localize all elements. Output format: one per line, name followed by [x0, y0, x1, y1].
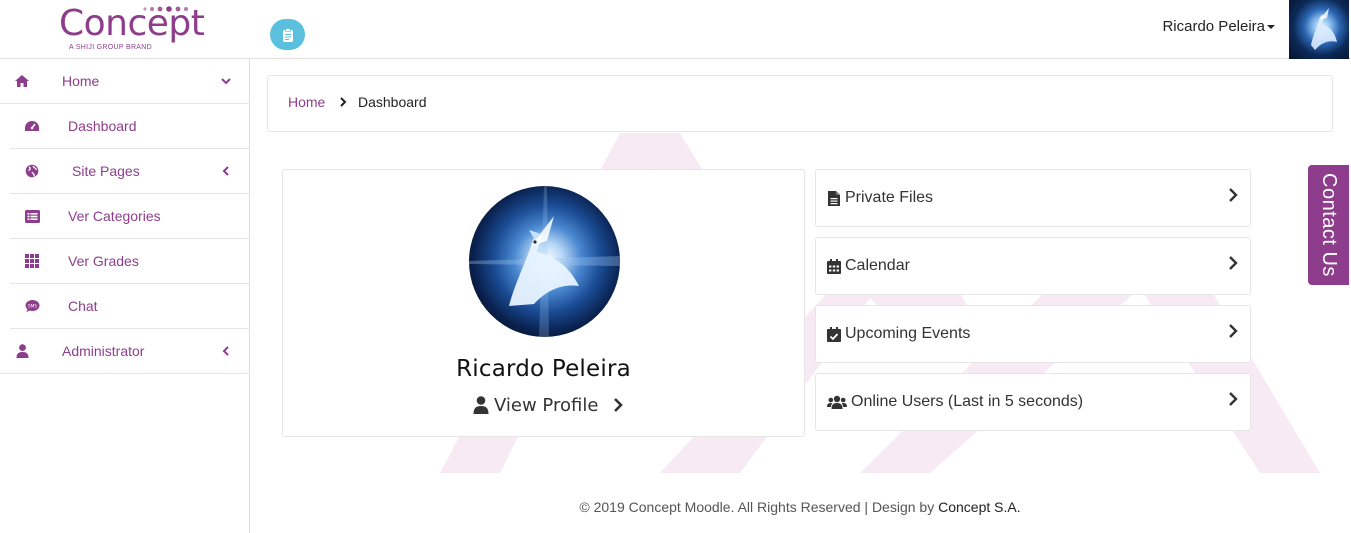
chevron-down-icon [221, 78, 231, 85]
chevron-right-icon [1229, 392, 1238, 406]
avatar-image [469, 186, 620, 337]
profile-avatar[interactable] [469, 186, 620, 337]
logo-dots [143, 6, 188, 12]
user-icon [14, 343, 30, 359]
footer-brand-link[interactable]: Concept S.A. [938, 499, 1021, 515]
grid-icon [24, 253, 40, 269]
users-icon [826, 394, 848, 410]
chevron-left-icon [222, 166, 229, 176]
link-label: Private Files [845, 189, 934, 206]
footer: © 2019 Concept Moodle. All Rights Reserv… [250, 499, 1350, 515]
breadcrumb-home-link[interactable]: Home [288, 94, 325, 110]
profile-card: Ricardo Peleira View Profile [282, 169, 805, 437]
footer-copyright: © 2019 Concept Moodle. All Rights Reserv… [579, 499, 939, 515]
link-label: Calendar [845, 257, 910, 274]
online-users-link[interactable]: Online Users (Last in 5 seconds) [815, 373, 1251, 431]
chevron-right-icon [1229, 324, 1238, 338]
calendar-link[interactable]: Calendar [815, 237, 1251, 295]
chevron-right-icon [1229, 188, 1238, 202]
sidebar-item-chat[interactable]: SMS Chat [10, 284, 249, 329]
concept-logo[interactable]: Concept A SHIJI GROUP BRAND [59, 2, 205, 54]
sidebar-item-label: Chat [68, 298, 98, 314]
sidebar-item-dashboard[interactable]: Dashboard [10, 104, 249, 149]
home-icon [14, 73, 30, 89]
user-menu-dropdown[interactable]: Ricardo Peleira [1162, 18, 1275, 35]
sidebar-item-label: Dashboard [68, 118, 137, 134]
sidebar-item-site-pages[interactable]: Site Pages [10, 149, 249, 194]
top-header: Concept A SHIJI GROUP BRAND Ricardo Pele… [0, 0, 1351, 59]
view-profile-link[interactable]: View Profile [473, 393, 624, 417]
chevron-right-icon [1229, 256, 1238, 270]
breadcrumb-current: Dashboard [358, 94, 427, 110]
sidebar-item-label: Site Pages [72, 163, 140, 179]
calendar-icon [826, 258, 842, 274]
breadcrumb: Home Dashboard [267, 75, 1333, 132]
caret-down-icon [1267, 25, 1275, 30]
chevron-right-icon [340, 97, 347, 107]
chevron-left-icon [222, 346, 229, 356]
tachometer-icon [24, 118, 40, 134]
profile-name: Ricardo Peleira [456, 356, 631, 382]
sidebar-item-ver-categories[interactable]: Ver Categories [10, 194, 249, 239]
svg-text:SMS: SMS [28, 303, 37, 308]
contact-us-label: Contact Us [1318, 173, 1340, 277]
globe-icon [24, 163, 40, 179]
calendar-check-icon [826, 326, 842, 342]
chevron-right-icon [614, 398, 624, 412]
file-icon [826, 190, 842, 206]
list-icon [24, 208, 40, 224]
sidebar-item-ver-grades[interactable]: Ver Grades [10, 239, 249, 284]
sidebar-item-label: Ver Categories [68, 208, 161, 224]
link-label: Upcoming Events [845, 325, 971, 342]
upcoming-events-link[interactable]: Upcoming Events [815, 305, 1251, 363]
logo-subtitle: A SHIJI GROUP BRAND [69, 44, 152, 51]
contact-us-tab[interactable]: Contact Us [1308, 165, 1349, 285]
header-avatar[interactable] [1289, 0, 1349, 59]
private-files-link[interactable]: Private Files [815, 169, 1251, 227]
sms-icon: SMS [24, 298, 40, 314]
sidebar-item-label: Administrator [62, 343, 145, 359]
link-label: Online Users (Last in 5 seconds) [851, 393, 1084, 410]
sidebar-nav: Home Dashboard Site Pages Ver Categories… [0, 59, 250, 533]
sidebar-item-label: Ver Grades [68, 253, 139, 269]
clipboard-button[interactable] [270, 19, 305, 50]
sidebar-item-label: Home [62, 73, 100, 89]
clipboard-icon [282, 27, 293, 42]
user-menu-name: Ricardo Peleira [1162, 18, 1265, 35]
avatar-image [1311, 8, 1337, 50]
user-icon [473, 396, 489, 414]
sidebar-item-administrator[interactable]: Administrator [0, 329, 249, 374]
sidebar-item-home[interactable]: Home [0, 59, 249, 104]
view-profile-label: View Profile [494, 394, 599, 416]
